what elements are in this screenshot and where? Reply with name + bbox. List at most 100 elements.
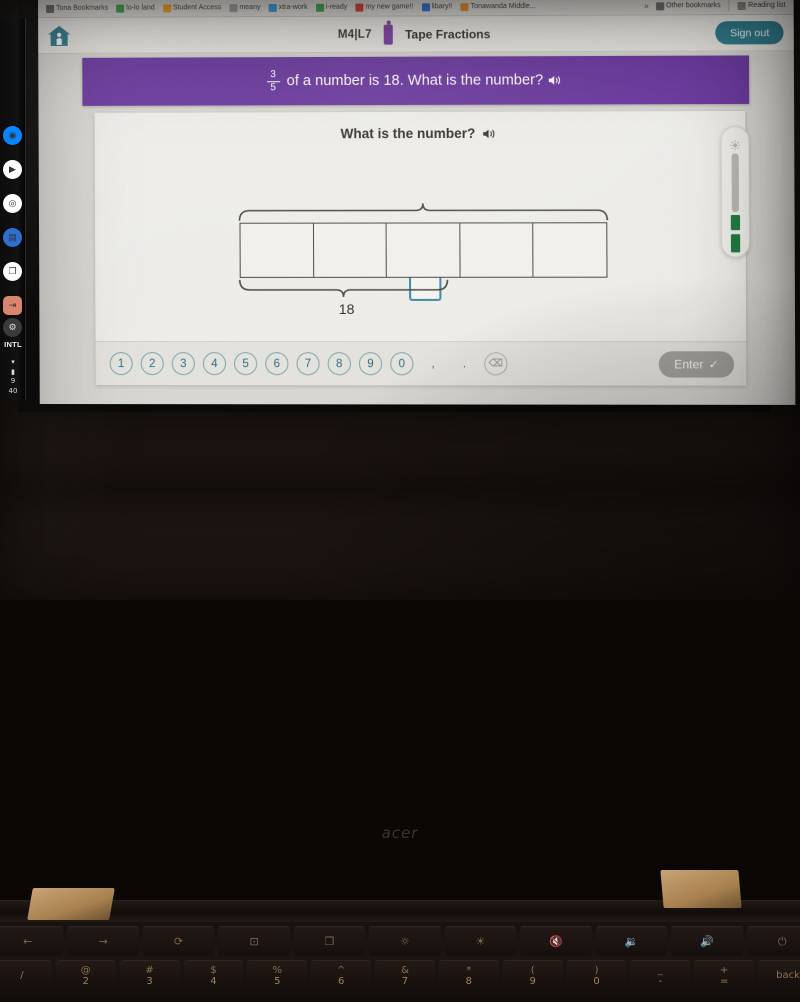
keyboard-function-key: 🔇 <box>520 926 591 956</box>
settings-icon[interactable]: ⚙ <box>3 318 22 337</box>
key-digit: 3 <box>146 977 152 988</box>
keyboard-function-key: ❐ <box>294 926 365 956</box>
photos-icon[interactable]: ❐ <box>3 262 22 281</box>
prompt-text: 3 5 of a number is 18. What is the numbe… <box>267 69 563 93</box>
other-bookmarks-button[interactable]: Other bookmarks <box>652 2 725 10</box>
enter-label: Enter <box>674 357 703 371</box>
keyboard-function-key: 🔊 <box>671 926 742 956</box>
number-keypad[interactable]: 1234567890,. ⌫ Enter ✓ <box>96 341 747 386</box>
exit-icon[interactable]: ⇥ <box>3 296 22 315</box>
bookmark-label: my new game!! <box>365 3 413 10</box>
keypad-key-2[interactable]: 2 <box>141 352 164 375</box>
bookmarks-overflow-icon[interactable]: » <box>641 1 652 10</box>
header-center-group: M4|L7 Tape Fractions <box>38 15 794 54</box>
image-icon <box>229 4 237 12</box>
key-symbol: * <box>466 966 471 977</box>
bookmark-label: Tona Bookmarks <box>56 5 108 12</box>
tape-diagram: 18 <box>231 200 615 321</box>
tape-cell <box>314 224 387 277</box>
sun-icon <box>730 137 740 147</box>
bookmark-item[interactable]: i-ready <box>312 3 352 11</box>
keyboard-number-key: (9 <box>503 960 563 990</box>
keypad-key-1[interactable]: 1 <box>110 352 133 375</box>
speaker-icon[interactable] <box>548 74 562 86</box>
keypad-key-comma[interactable]: , <box>421 352 444 375</box>
bookmark-item[interactable]: meany <box>225 4 264 12</box>
circle-icon <box>163 4 171 12</box>
keyboard-function-key: 🔉 <box>596 926 667 956</box>
key-digit: 2 <box>83 977 89 988</box>
instagram-icon[interactable]: ◎ <box>3 194 22 213</box>
key-symbol: $ <box>210 966 216 977</box>
keypad-key-3[interactable]: 3 <box>172 352 195 375</box>
keypad-key-6[interactable]: 6 <box>265 352 288 375</box>
keyboard-number-key: / <box>0 960 52 990</box>
key-symbol: back <box>776 971 800 982</box>
keyboard-number-key: %5 <box>247 960 307 990</box>
speaker-icon[interactable] <box>482 127 496 139</box>
prompt-sentence: of a number is 18. What is the number? <box>287 72 544 89</box>
bookmark-item[interactable]: Student Access <box>159 4 226 12</box>
keyboard-number-key: += <box>694 960 754 990</box>
tape-bar <box>239 222 607 278</box>
content-card: What is the number? <box>95 111 747 386</box>
clock-minute: 40 <box>0 387 26 396</box>
bookmark-label: lo-lo land <box>126 4 155 11</box>
fraction-three-fifths: 3 5 <box>267 70 280 93</box>
key-digit: 4 <box>210 977 216 988</box>
play-store-icon[interactable]: ▶ <box>3 160 22 179</box>
bookmark-item[interactable]: my new game!! <box>351 3 417 11</box>
laptop-body: acer ←→⟳⊡❐☼☀🔇🔉🔊⏻ /@2#3$4%5^6&7*8(9)0_-+=… <box>0 400 800 600</box>
bookmark-item[interactable]: Tona Bookmarks <box>42 4 112 12</box>
keyboard-number-key: #3 <box>120 960 180 990</box>
slider-track[interactable] <box>732 153 739 212</box>
iready-icon <box>316 3 324 11</box>
keypad-key-9[interactable]: 9 <box>359 352 382 375</box>
reading-list-button[interactable]: Reading list <box>734 1 790 9</box>
bookmark-item[interactable]: libary!! <box>417 3 456 11</box>
acer-brand-logo: acer <box>360 824 440 842</box>
keypad-key-period[interactable]: . <box>453 352 476 375</box>
key-symbol: @ <box>81 966 91 977</box>
keyboard-function-key: ⟳ <box>143 926 214 956</box>
keypad-key-5[interactable]: 5 <box>234 352 257 375</box>
key-digit: 7 <box>402 977 408 988</box>
keyboard-number-key: back <box>758 960 800 990</box>
info-icon[interactable] <box>384 25 393 45</box>
laptop-screen-bezel: Tona Bookmarks lo-lo land Student Accessme… <box>18 0 770 412</box>
laptop-riser-right <box>660 870 741 908</box>
key-symbol: ( <box>531 966 535 977</box>
question-row: What is the number? <box>95 125 746 142</box>
keyboard-function-key: ⊡ <box>218 926 289 956</box>
bookmark-item[interactable]: lo-lo land <box>112 4 159 12</box>
docs-icon[interactable]: ▤ <box>3 228 22 247</box>
bookmark-item[interactable]: Tonawanda Middle... <box>456 2 539 10</box>
keyboard-function-key: ☼ <box>369 926 440 956</box>
key-digit: - <box>659 977 663 988</box>
tape-cell <box>534 223 607 276</box>
check-icon: ✓ <box>708 357 718 371</box>
bookmark-item[interactable]: xtra-work <box>265 3 312 11</box>
keypad-key-0[interactable]: 0 <box>390 352 413 375</box>
reading-list-icon <box>738 1 746 9</box>
globe-icon <box>116 4 124 12</box>
laptop-photo: acer ←→⟳⊡❐☼☀🔇🔉🔊⏻ /@2#3$4%5^6&7*8(9)0_-+=… <box>0 0 800 600</box>
messenger-icon[interactable]: ◉ <box>3 126 22 145</box>
key-symbol: ) <box>595 966 599 977</box>
keypad-key-4[interactable]: 4 <box>203 352 226 375</box>
key-symbol: _ <box>658 966 663 977</box>
key-symbol: % <box>273 966 283 977</box>
keyboard-number-key: @2 <box>56 960 116 990</box>
key-symbol: + <box>720 966 728 977</box>
laptop-keyboard: ←→⟳⊡❐☼☀🔇🔉🔊⏻ /@2#3$4%5^6&7*8(9)0_-+=back <box>0 922 800 1002</box>
backspace-icon[interactable]: ⌫ <box>484 352 507 375</box>
enter-button[interactable]: Enter ✓ <box>659 351 734 377</box>
sign-out-button[interactable]: Sign out <box>716 21 784 44</box>
battery-icon: ▮ <box>0 368 26 377</box>
tape-cell <box>240 224 313 277</box>
pinterest-icon <box>355 3 363 11</box>
lesson-code: M4|L7 <box>338 29 372 41</box>
keypad-key-7[interactable]: 7 <box>296 352 319 375</box>
brightness-slider[interactable] <box>721 126 750 257</box>
keypad-key-8[interactable]: 8 <box>328 352 351 375</box>
